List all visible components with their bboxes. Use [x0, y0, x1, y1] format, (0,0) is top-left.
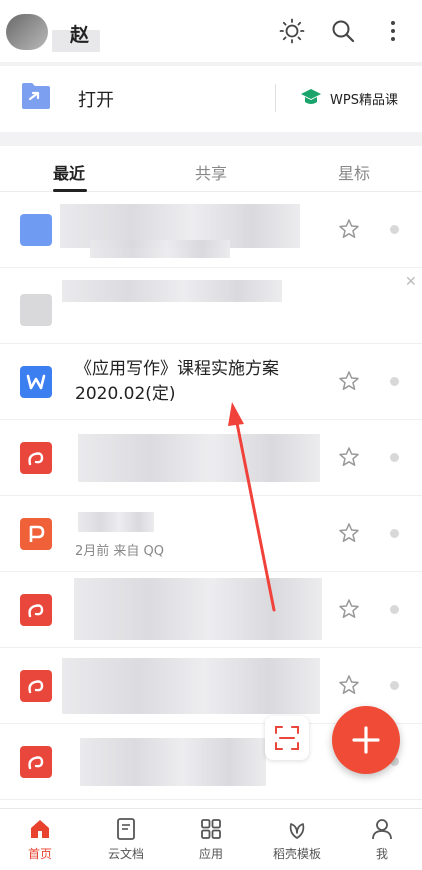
- avatar[interactable]: [6, 14, 48, 50]
- document-icon: [20, 214, 52, 246]
- open-file-bar: 打开 WPS精品课: [0, 66, 422, 132]
- nav-templates[interactable]: 稻壳模板: [262, 817, 332, 862]
- star-icon[interactable]: [338, 598, 360, 620]
- redacted-title: [62, 658, 320, 714]
- star-icon[interactable]: [338, 446, 360, 468]
- nav-label: 我: [375, 847, 388, 861]
- top-header: 赵: [0, 0, 422, 62]
- list-item[interactable]: [0, 572, 422, 648]
- list-item[interactable]: [0, 192, 422, 268]
- nav-home[interactable]: 首页: [5, 817, 75, 862]
- ppt-file-icon: [20, 518, 52, 550]
- list-item[interactable]: 2月前 来自 QQ: [0, 496, 422, 572]
- plus-icon: [352, 726, 380, 754]
- wps-course-button[interactable]: WPS精品课: [300, 87, 398, 109]
- more-options-icon[interactable]: [390, 605, 399, 614]
- more-vert-icon[interactable]: [380, 18, 406, 44]
- nav-label: 应用: [198, 847, 223, 861]
- tab-bar: 最近 共享 星标: [0, 146, 422, 192]
- star-icon[interactable]: [338, 522, 360, 544]
- more-options-icon[interactable]: [390, 377, 399, 386]
- redacted-title: [78, 512, 154, 532]
- wps-course-label: WPS精品课: [330, 92, 398, 108]
- tab-starred[interactable]: 星标: [338, 160, 370, 184]
- cloud-doc-icon: [117, 818, 135, 840]
- graduation-cap-icon: [301, 89, 321, 104]
- more-options-icon[interactable]: [390, 529, 399, 538]
- theme-icon[interactable]: [279, 18, 305, 44]
- list-item[interactable]: 《应用写作》课程实施方案 2020.02(定): [0, 344, 422, 420]
- search-icon[interactable]: [330, 18, 356, 44]
- divider: [275, 84, 276, 112]
- close-icon[interactable]: ✕: [405, 274, 417, 290]
- star-icon[interactable]: [338, 370, 360, 392]
- nav-cloud-docs[interactable]: 云文档: [91, 817, 161, 862]
- list-item[interactable]: ✕: [0, 268, 422, 344]
- pdf-file-icon: [20, 670, 52, 702]
- pdf-file-icon: [20, 746, 52, 778]
- tab-shared[interactable]: 共享: [195, 160, 227, 184]
- list-item[interactable]: [0, 420, 422, 496]
- pdf-file-icon: [20, 594, 52, 626]
- template-icon: [289, 823, 305, 839]
- document-icon: [20, 294, 52, 326]
- star-icon[interactable]: [338, 218, 360, 240]
- word-file-icon: [20, 366, 52, 398]
- redacted-meta: [90, 240, 230, 258]
- new-document-fab[interactable]: [332, 706, 400, 774]
- redacted-title: [62, 280, 282, 302]
- nav-profile[interactable]: 我: [347, 817, 417, 862]
- open-label[interactable]: 打开: [78, 86, 114, 112]
- tab-recent[interactable]: 最近: [53, 160, 85, 184]
- more-options-icon[interactable]: [390, 681, 399, 690]
- nav-label: 云文档: [107, 847, 144, 861]
- nav-apps[interactable]: 应用: [176, 817, 246, 862]
- bottom-nav: 首页 云文档 应用 稻壳模板 我: [0, 808, 422, 870]
- scan-button[interactable]: [265, 716, 309, 760]
- redacted-title: [74, 578, 322, 640]
- file-title: 《应用写作》课程实施方案 2020.02(定): [75, 359, 279, 404]
- more-options-icon[interactable]: [390, 453, 399, 462]
- redacted-title: [80, 738, 266, 786]
- folder-open-icon[interactable]: [20, 81, 52, 111]
- profile-icon: [372, 819, 392, 840]
- file-meta: 2月前 来自 QQ: [75, 544, 165, 559]
- nav-label: 稻壳模板: [272, 847, 321, 861]
- redacted-title: [78, 434, 320, 482]
- scan-icon: [275, 726, 299, 750]
- nav-label: 首页: [27, 847, 52, 861]
- username: 赵: [70, 24, 90, 46]
- apps-icon: [201, 819, 221, 839]
- more-options-icon[interactable]: [390, 225, 399, 234]
- star-icon[interactable]: [338, 674, 360, 696]
- pdf-file-icon: [20, 442, 52, 474]
- home-icon: [31, 820, 49, 838]
